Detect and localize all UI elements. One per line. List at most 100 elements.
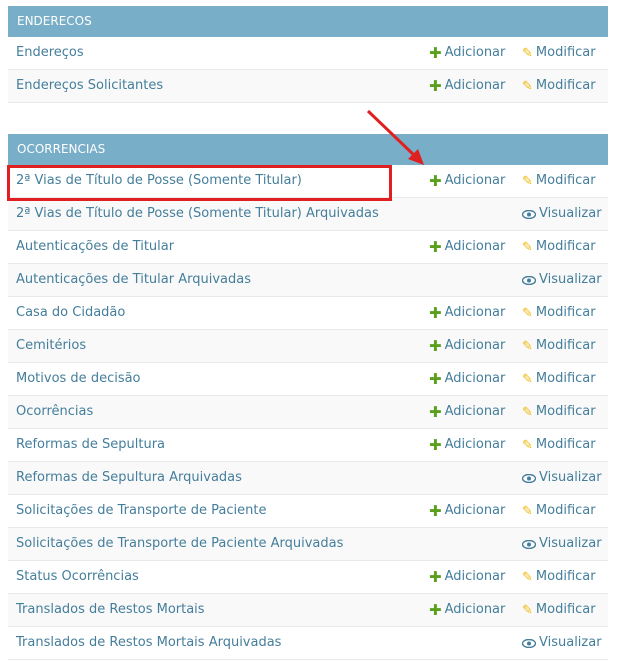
add-label: Adicionar <box>444 437 506 452</box>
pencil-icon: ✎ <box>522 45 533 61</box>
change-link[interactable]: ✎ Modificar <box>522 429 596 461</box>
model-row: 2ª Vias de Título de Posse (Somente Titu… <box>8 165 608 198</box>
plus-icon: ✚ <box>429 435 442 454</box>
model-link-solicitacoes-de-transporte-de-paciente[interactable]: Solicitações de Transporte de Paciente <box>16 495 266 527</box>
model-link-2-vias-de-titulo-de-posse-somente-titular[interactable]: 2ª Vias de Título de Posse (Somente Titu… <box>16 165 302 197</box>
add-label: Adicionar <box>444 173 506 188</box>
model-link-autenticacoes-de-titular-arquivadas[interactable]: Autenticações de Titular Arquivadas <box>16 264 251 296</box>
pencil-icon: ✎ <box>522 173 533 189</box>
change-link[interactable]: ✎ Modificar <box>522 561 596 593</box>
change-label: Modificar <box>535 338 596 353</box>
change-link[interactable]: ✎ Modificar <box>522 396 596 428</box>
module-enderecos: ENDERECOS Endereços ✚ Adicionar ✎ Modificar En… <box>8 6 608 103</box>
add-link[interactable]: ✚ Adicionar <box>429 594 505 626</box>
add-link[interactable]: ✚ Adicionar <box>429 330 505 362</box>
eye-icon <box>522 638 536 648</box>
annotation-arrow-icon <box>366 109 424 165</box>
change-label: Modificar <box>535 602 596 617</box>
change-label: Modificar <box>535 239 596 254</box>
view-label: Visualizar <box>539 272 602 287</box>
add-link[interactable]: ✚ Adicionar <box>429 70 505 102</box>
change-link[interactable]: ✎ Modificar <box>522 594 596 626</box>
view-link[interactable]: Visualizar <box>522 462 602 494</box>
view-label: Visualizar <box>539 536 602 551</box>
plus-icon: ✚ <box>429 567 442 586</box>
model-link-translados-de-restos-mortais-arquivadas[interactable]: Translados de Restos Mortais Arquivadas <box>16 627 281 659</box>
eye-icon <box>522 275 536 285</box>
pencil-icon: ✎ <box>522 78 533 94</box>
change-link[interactable]: ✎ Modificar <box>522 297 596 329</box>
change-label: Modificar <box>535 45 596 60</box>
model-row: Motivos de decisão ✚ Adicionar ✎ Modificar <box>8 363 608 396</box>
plus-icon: ✚ <box>429 237 442 256</box>
model-row: Casa do Cidadão ✚ Adicionar ✎ Modificar <box>8 297 608 330</box>
pencil-icon: ✎ <box>522 437 533 453</box>
change-link[interactable]: ✎ Modificar <box>522 37 596 69</box>
change-link[interactable]: ✎ Modificar <box>522 363 596 395</box>
pencil-icon: ✎ <box>522 569 533 585</box>
model-link-autenticacoes-de-titular[interactable]: Autenticações de Titular <box>16 231 174 263</box>
model-link-casa-do-cidadao[interactable]: Casa do Cidadão <box>16 297 125 329</box>
change-label: Modificar <box>535 437 596 452</box>
model-link-reformas-de-sepultura-arquivadas[interactable]: Reformas de Sepultura Arquivadas <box>16 462 242 494</box>
change-link[interactable]: ✎ Modificar <box>522 330 596 362</box>
view-link[interactable]: Visualizar <box>522 264 602 296</box>
change-label: Modificar <box>535 569 596 584</box>
model-row: Autenticações de Titular Arquivadas Visua… <box>8 264 608 297</box>
pencil-icon: ✎ <box>522 239 533 255</box>
add-label: Adicionar <box>444 569 506 584</box>
pencil-icon: ✎ <box>522 404 533 420</box>
plus-icon: ✚ <box>429 76 442 95</box>
plus-icon: ✚ <box>429 369 442 388</box>
add-label: Adicionar <box>444 45 506 60</box>
view-link[interactable]: Visualizar <box>522 198 602 230</box>
model-row: Reformas de Sepultura ✚ Adicionar ✎ Modifica… <box>8 429 608 462</box>
view-link[interactable]: Visualizar <box>522 627 602 659</box>
add-link[interactable]: ✚ Adicionar <box>429 165 505 197</box>
add-link[interactable]: ✚ Adicionar <box>429 429 505 461</box>
plus-icon: ✚ <box>429 171 442 190</box>
change-label: Modificar <box>535 78 596 93</box>
model-row: Endereços ✚ Adicionar ✎ Modificar <box>8 37 608 70</box>
add-link[interactable]: ✚ Adicionar <box>429 363 505 395</box>
model-link-solicitacoes-de-transporte-de-paciente-arquivadas[interactable]: Solicitações de Transporte de Paciente A… <box>16 528 343 560</box>
model-link-enderecos[interactable]: Endereços <box>16 37 84 69</box>
module-ocorrencias: OCORRENCIAS 2ª Vias de Título de Posse (S… <box>8 134 608 660</box>
plus-icon: ✚ <box>429 600 442 619</box>
model-row: 2ª Vias de Título de Posse (Somente Titu… <box>8 198 608 231</box>
model-link-status-ocorrencias[interactable]: Status Ocorrências <box>16 561 139 593</box>
model-link-enderecos-solicitantes[interactable]: Endereços Solicitantes <box>16 70 163 102</box>
model-row: Translados de Restos Mortais ✚ Adicionar ✎ M… <box>8 594 608 627</box>
view-link[interactable]: Visualizar <box>522 528 602 560</box>
model-link-motivos-de-decisao[interactable]: Motivos de decisão <box>16 363 141 395</box>
model-link-reformas-de-sepultura[interactable]: Reformas de Sepultura <box>16 429 165 461</box>
change-link[interactable]: ✎ Modificar <box>522 231 596 263</box>
add-link[interactable]: ✚ Adicionar <box>429 396 505 428</box>
eye-icon <box>522 209 536 219</box>
add-label: Adicionar <box>444 305 506 320</box>
eye-icon <box>522 473 536 483</box>
add-link[interactable]: ✚ Adicionar <box>429 495 505 527</box>
change-label: Modificar <box>535 305 596 320</box>
change-label: Modificar <box>535 173 596 188</box>
plus-icon: ✚ <box>429 336 442 355</box>
add-link[interactable]: ✚ Adicionar <box>429 231 505 263</box>
add-link[interactable]: ✚ Adicionar <box>429 37 505 69</box>
add-link[interactable]: ✚ Adicionar <box>429 561 505 593</box>
model-link-translados-de-restos-mortais[interactable]: Translados de Restos Mortais <box>16 594 205 626</box>
model-link-cemiterios[interactable]: Cemitérios <box>16 330 86 362</box>
model-link-ocorrencias[interactable]: Ocorrências <box>16 396 93 428</box>
plus-icon: ✚ <box>429 402 442 421</box>
change-link[interactable]: ✎ Modificar <box>522 70 596 102</box>
plus-icon: ✚ <box>429 303 442 322</box>
model-row: Solicitações de Transporte de Paciente ✚ A… <box>8 495 608 528</box>
model-link-2-vias-de-titulo-de-posse-somente-titular-arquivadas[interactable]: 2ª Vias de Título de Posse (Somente Titu… <box>16 198 379 230</box>
pencil-icon: ✎ <box>522 602 533 618</box>
change-link[interactable]: ✎ Modificar <box>522 165 596 197</box>
view-label: Visualizar <box>539 635 602 650</box>
pencil-icon: ✎ <box>522 305 533 321</box>
change-link[interactable]: ✎ Modificar <box>522 495 596 527</box>
pencil-icon: ✎ <box>522 338 533 354</box>
add-link[interactable]: ✚ Adicionar <box>429 297 505 329</box>
model-row: Translados de Restos Mortais Arquivadas V… <box>8 627 608 660</box>
